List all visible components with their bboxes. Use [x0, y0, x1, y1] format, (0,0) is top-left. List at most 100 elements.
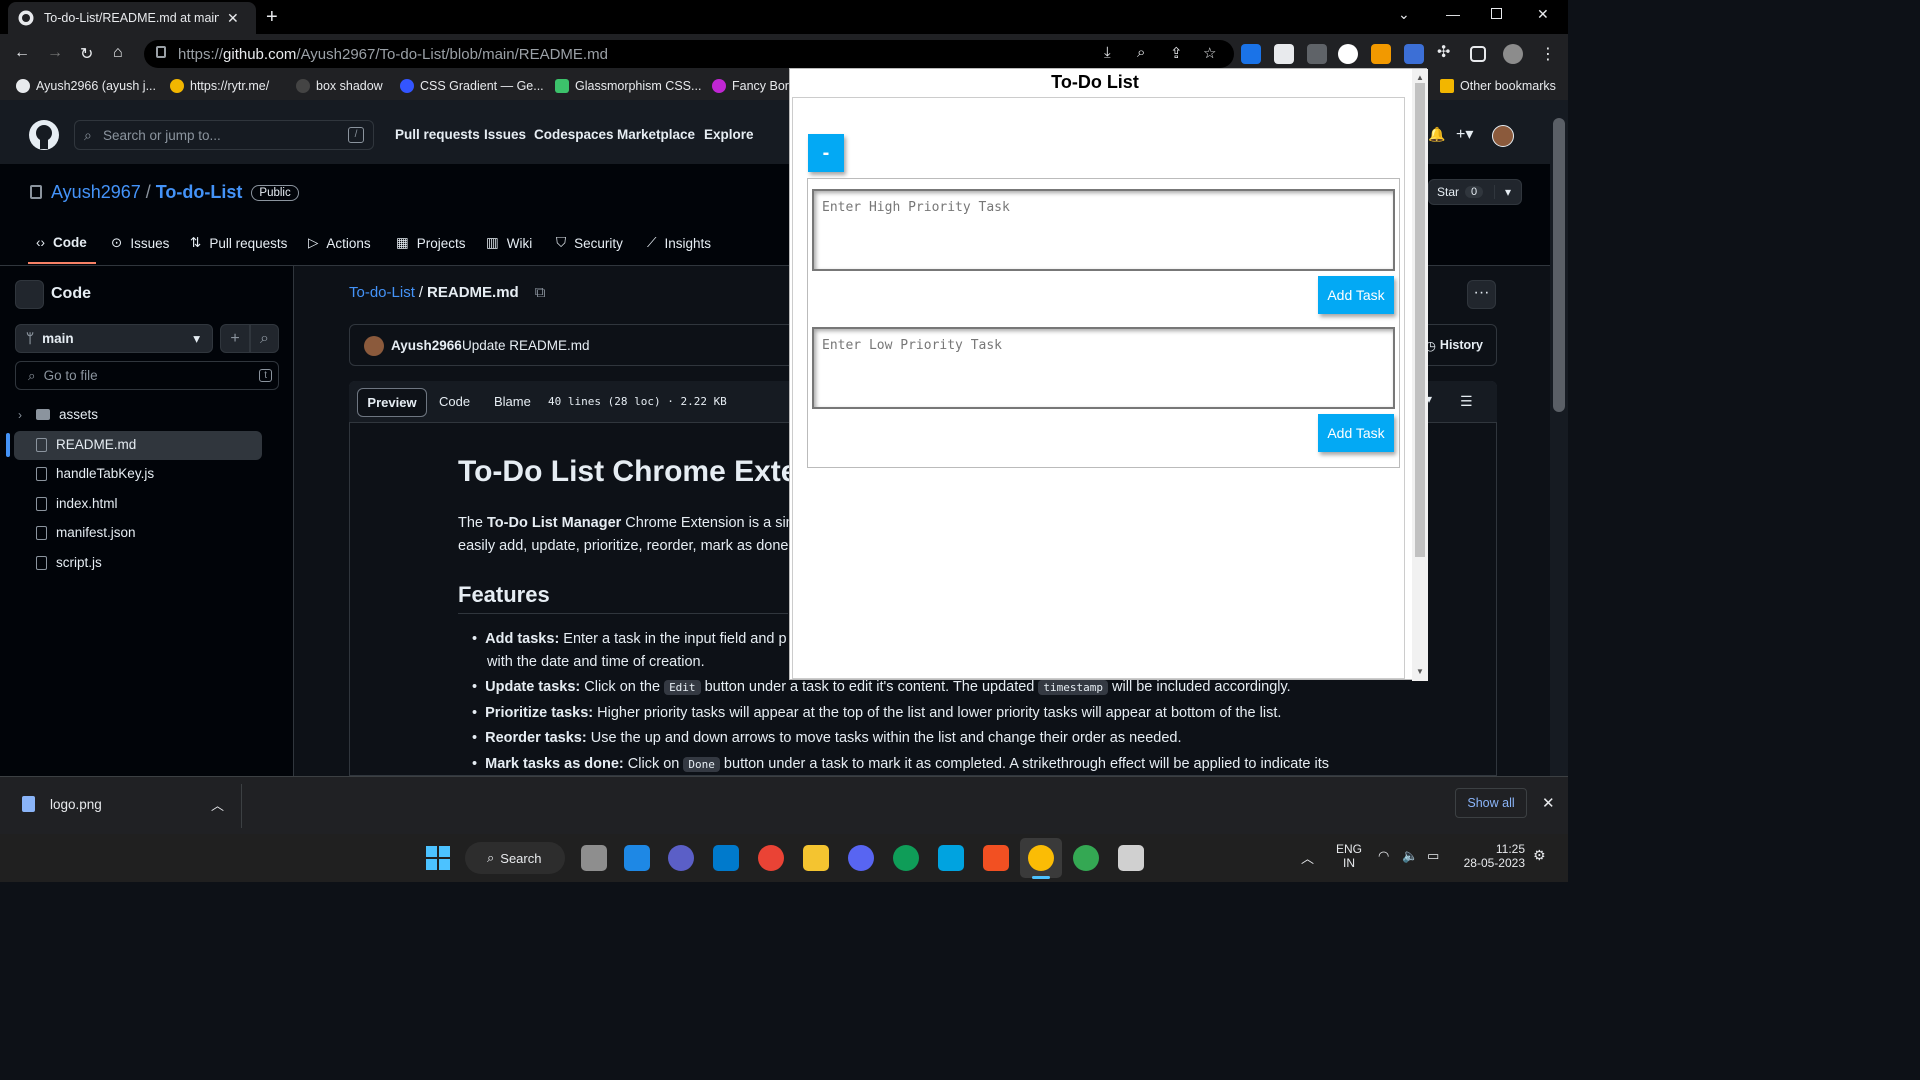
high-priority-task-input[interactable]	[812, 189, 1395, 271]
extension-icon-3[interactable]	[1307, 44, 1327, 64]
tab-projects[interactable]: ▦ Projects	[396, 235, 466, 251]
tab-issues[interactable]: ⊙ Issues	[111, 235, 169, 251]
tab-pull-requests[interactable]: ⇅ Pull requests	[190, 235, 287, 251]
add-file-button[interactable]: +	[220, 324, 250, 353]
nav-marketplace[interactable]: Marketplace	[617, 127, 695, 142]
extension-icon-5[interactable]	[1371, 44, 1391, 64]
tab-code[interactable]: ‹› Code	[36, 235, 87, 250]
minimize-icon[interactable]: —	[1446, 6, 1460, 22]
view-tab-code[interactable]: Code	[439, 394, 470, 409]
star-dropdown-icon[interactable]: ▾	[1493, 185, 1511, 199]
search-files-icon[interactable]: ⌕	[250, 324, 279, 353]
side-panel-icon[interactable]	[1470, 46, 1486, 62]
view-tab-blame[interactable]: Blame	[494, 394, 531, 409]
volume-icon[interactable]: 🔈	[1402, 848, 1418, 864]
battery-icon[interactable]: ▭	[1427, 848, 1439, 864]
maximize-icon[interactable]	[1491, 8, 1502, 19]
other-bookmarks[interactable]: Other bookmarks	[1440, 79, 1556, 93]
new-tab-button[interactable]: +	[266, 6, 278, 29]
profile-avatar[interactable]	[1503, 44, 1523, 64]
address-bar[interactable]: https:// github.com /Ayush2967/To-do-Lis…	[144, 40, 1234, 68]
go-to-file-input[interactable]: ⌕ Go to file t	[15, 361, 279, 390]
more-options-icon[interactable]: ···	[1467, 280, 1496, 309]
window-close-icon[interactable]: ✕	[1537, 6, 1549, 23]
create-new-plus-icon[interactable]: +▾	[1456, 124, 1473, 144]
copy-path-icon[interactable]: ⧉	[535, 284, 546, 301]
microsoft-store-icon[interactable]	[983, 845, 1009, 871]
notifications-bell-icon[interactable]: 🔔	[1428, 126, 1445, 143]
nav-codespaces[interactable]: Codespaces	[534, 127, 614, 142]
outline-list-icon[interactable]: ☰	[1460, 393, 1473, 410]
discord-icon[interactable]	[848, 845, 874, 871]
file-item-index[interactable]: index.html	[36, 496, 118, 511]
bookmark-0[interactable]: Ayush2966 (ayush j...	[16, 79, 156, 93]
github-logo-icon[interactable]	[28, 119, 60, 151]
file-item-script[interactable]: script.js	[36, 555, 102, 570]
lighthouse-extension-icon[interactable]	[1338, 44, 1358, 64]
home-icon[interactable]: ⌂	[113, 44, 123, 62]
chrome-icon[interactable]	[758, 845, 784, 871]
close-downloads-icon[interactable]: ✕	[1542, 794, 1555, 812]
tab-close-icon[interactable]: ✕	[227, 10, 239, 27]
download-filename[interactable]: logo.png	[50, 797, 102, 812]
repo-owner-link[interactable]: Ayush2967	[51, 182, 141, 203]
low-priority-task-input[interactable]	[812, 327, 1395, 409]
file-item-assets[interactable]: assets	[36, 407, 98, 422]
chrome-beta-icon[interactable]	[1073, 845, 1099, 871]
windows-start-icon[interactable]	[426, 846, 450, 870]
tab-insights[interactable]: ⟋ Insights	[647, 235, 711, 251]
extension-icon-2[interactable]	[1274, 44, 1294, 64]
share-icon[interactable]: ⇪	[1170, 44, 1183, 62]
commit-author[interactable]: Ayush2966	[391, 338, 462, 353]
collapse-sidebar-icon[interactable]	[15, 280, 44, 309]
add-low-priority-button[interactable]: Add Task	[1318, 414, 1394, 452]
bookmark-5[interactable]: Fancy Bor	[712, 79, 789, 93]
tab-search-chevron-icon[interactable]: ⌄	[1398, 6, 1410, 23]
file-item-readme[interactable]: README.md	[36, 437, 136, 452]
back-arrow-icon[interactable]: ←	[14, 44, 30, 62]
scroll-up-icon[interactable]: ▲	[1416, 73, 1424, 82]
wifi-icon[interactable]: ◠	[1378, 848, 1389, 864]
snipping-tool-icon[interactable]	[1118, 845, 1144, 871]
edge-icon[interactable]	[893, 845, 919, 871]
commit-message[interactable]: Update README.md	[462, 338, 590, 353]
notification-center-icon[interactable]: ⚙	[1533, 847, 1546, 864]
breadcrumb-repo-link[interactable]: To-do-List	[349, 284, 415, 301]
tray-chevron-up-icon[interactable]: ︿	[1301, 848, 1314, 867]
page-scrollbar-thumb[interactable]	[1553, 118, 1565, 412]
repo-name-link[interactable]: To-do-List	[156, 182, 243, 203]
clock[interactable]: 11:25 28-05-2023	[1457, 842, 1525, 870]
nav-issues[interactable]: Issues	[484, 127, 526, 142]
task-view-icon[interactable]	[581, 845, 607, 871]
file-item-manifest[interactable]: manifest.json	[36, 525, 136, 540]
bookmark-star-icon[interactable]: ☆	[1203, 44, 1216, 62]
tab-security[interactable]: ⛉ Security	[556, 235, 623, 251]
user-avatar[interactable]	[1492, 125, 1514, 147]
tab-wiki[interactable]: ▥ Wiki	[486, 235, 532, 251]
nav-explore[interactable]: Explore	[704, 127, 754, 142]
reload-icon[interactable]: ↻	[80, 44, 93, 64]
forward-arrow-icon[interactable]: →	[47, 44, 63, 62]
remote-desktop-icon[interactable]	[938, 845, 964, 871]
star-button[interactable]: Star 0 ▾	[1428, 179, 1522, 205]
install-icon[interactable]: ⤓	[1104, 44, 1111, 61]
language-indicator[interactable]: ENG IN	[1336, 842, 1362, 870]
teams-icon[interactable]	[668, 845, 694, 871]
expand-chevron-icon[interactable]: ›	[18, 408, 22, 422]
bookmark-4[interactable]: Glassmorphism CSS...	[555, 79, 701, 93]
bookmark-2[interactable]: box shadow	[296, 79, 383, 93]
bookmark-1[interactable]: https://rytr.me/	[170, 79, 269, 93]
show-all-button[interactable]: Show all	[1455, 788, 1527, 818]
widgets-icon[interactable]	[624, 845, 650, 871]
commit-author-avatar[interactable]	[364, 336, 384, 356]
github-search-input[interactable]: ⌕ Search or jump to... /	[74, 120, 374, 150]
tab-actions[interactable]: ▷ Actions	[308, 235, 371, 251]
file-item-handletabkey[interactable]: handleTabKey.js	[36, 466, 154, 481]
popup-scrollbar[interactable]: ▲ ▼	[1412, 69, 1428, 681]
history-button[interactable]: ◷ History	[1425, 338, 1483, 353]
zoom-icon[interactable]: ⌕	[1137, 44, 1145, 61]
bookmark-3[interactable]: CSS Gradient — Ge...	[400, 79, 544, 93]
nav-pull-requests[interactable]: Pull requests	[395, 127, 480, 142]
download-chevron-up-icon[interactable]: ︿	[211, 795, 224, 814]
todo-extension-icon[interactable]	[1404, 44, 1424, 64]
